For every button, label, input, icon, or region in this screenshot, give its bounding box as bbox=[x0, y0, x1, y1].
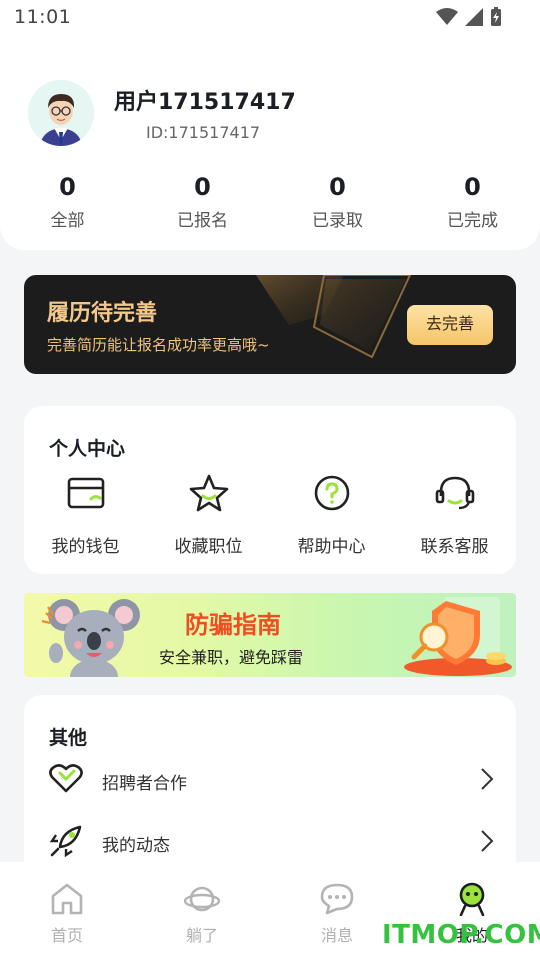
stat-label: 全部 bbox=[50, 211, 85, 231]
home-icon bbox=[51, 883, 83, 915]
fraud-guide-subtitle: 安全兼职，避免踩雷 bbox=[159, 648, 304, 667]
favorite-jobs-item[interactable]: 收藏职位 bbox=[147, 472, 270, 557]
my-posts-label: 我的动态 bbox=[102, 836, 170, 856]
koala-mascot-icon bbox=[41, 599, 140, 677]
tab-messages[interactable]: 消息 bbox=[297, 882, 377, 946]
battery-icon bbox=[491, 7, 501, 26]
user-avatar-icon bbox=[28, 80, 94, 146]
chevron-right-icon bbox=[481, 830, 494, 852]
help-center-item[interactable]: 帮助中心 bbox=[270, 472, 393, 557]
fraud-guide-title: 防骗指南 bbox=[185, 611, 281, 639]
tab-home[interactable]: 首页 bbox=[27, 882, 107, 946]
help-center-label: 帮助中心 bbox=[297, 537, 366, 557]
stat-value: 0 bbox=[194, 173, 211, 201]
help-icon bbox=[314, 475, 349, 511]
recruiter-cooperation-label: 招聘者合作 bbox=[102, 774, 187, 794]
application-stats: 0 全部 0 已报名 0 已录取 0 已完成 bbox=[0, 172, 540, 231]
handshake-icon bbox=[49, 764, 83, 793]
rocket-icon bbox=[49, 825, 82, 858]
stat-completed[interactable]: 0 已完成 bbox=[405, 172, 540, 231]
customer-service-item[interactable]: 联系客服 bbox=[393, 472, 516, 557]
star-icon bbox=[189, 474, 228, 512]
wallet-label: 我的钱包 bbox=[51, 537, 120, 557]
stat-label: 已录取 bbox=[312, 211, 363, 231]
chevron-right-icon bbox=[481, 768, 494, 790]
planet-icon bbox=[183, 886, 221, 912]
profile-card: 用户171517417 ID:171517417 0 全部 0 已报名 0 已录… bbox=[0, 40, 540, 250]
profile-icon bbox=[459, 882, 485, 917]
wallet-icon bbox=[67, 477, 104, 509]
username: 用户171517417 bbox=[114, 90, 296, 115]
stat-value: 0 bbox=[329, 173, 346, 201]
stat-value: 0 bbox=[59, 173, 76, 201]
tab-label: 首页 bbox=[50, 926, 83, 945]
resume-subtitle: 完善简历能让报名成功率更高哦~ bbox=[47, 336, 270, 354]
personal-center-card: 个人中心 我的钱包 收藏职位 帮助中心 联系客服 bbox=[24, 406, 516, 574]
personal-center-grid: 我的钱包 收藏职位 帮助中心 联系客服 bbox=[24, 472, 516, 557]
signal-icon bbox=[465, 8, 483, 26]
tab-label: 消息 bbox=[320, 926, 353, 945]
wallet-item[interactable]: 我的钱包 bbox=[24, 472, 147, 557]
status-bar: 11:01 bbox=[0, 0, 540, 40]
stat-label: 已完成 bbox=[447, 211, 498, 231]
security-shield-icon bbox=[404, 597, 512, 676]
section-title: 其他 bbox=[49, 727, 88, 749]
my-posts-row[interactable]: 我的动态 bbox=[24, 817, 516, 867]
avatar[interactable] bbox=[28, 80, 94, 146]
anti-fraud-banner[interactable]: 防骗指南 安全兼职，避免踩雷 bbox=[24, 593, 516, 677]
complete-resume-button[interactable]: 去完善 bbox=[407, 305, 493, 345]
wifi-icon bbox=[436, 8, 458, 25]
status-icons bbox=[436, 7, 502, 27]
headset-icon bbox=[435, 476, 474, 510]
stat-applied[interactable]: 0 已报名 bbox=[135, 172, 270, 231]
section-title: 个人中心 bbox=[49, 438, 126, 460]
resume-banner[interactable]: 履历待完善 完善简历能让报名成功率更高哦~ 去完善 bbox=[24, 275, 516, 374]
user-id: ID:171517417 bbox=[146, 123, 261, 142]
stat-label: 已报名 bbox=[177, 211, 228, 231]
stat-all[interactable]: 0 全部 bbox=[0, 172, 135, 231]
watermark: ITMOP.COM bbox=[382, 920, 540, 950]
resume-title: 履历待完善 bbox=[47, 301, 158, 326]
stat-value: 0 bbox=[464, 173, 481, 201]
customer-service-label: 联系客服 bbox=[420, 537, 489, 557]
chat-icon bbox=[320, 883, 354, 915]
tab-lying-flat[interactable]: 躺了 bbox=[162, 882, 242, 946]
status-time: 11:01 bbox=[14, 6, 72, 28]
recruiter-cooperation-row[interactable]: 招聘者合作 bbox=[24, 755, 516, 805]
stat-hired[interactable]: 0 已录取 bbox=[270, 172, 405, 231]
favorite-jobs-label: 收藏职位 bbox=[174, 537, 243, 557]
tab-label: 躺了 bbox=[185, 926, 218, 945]
